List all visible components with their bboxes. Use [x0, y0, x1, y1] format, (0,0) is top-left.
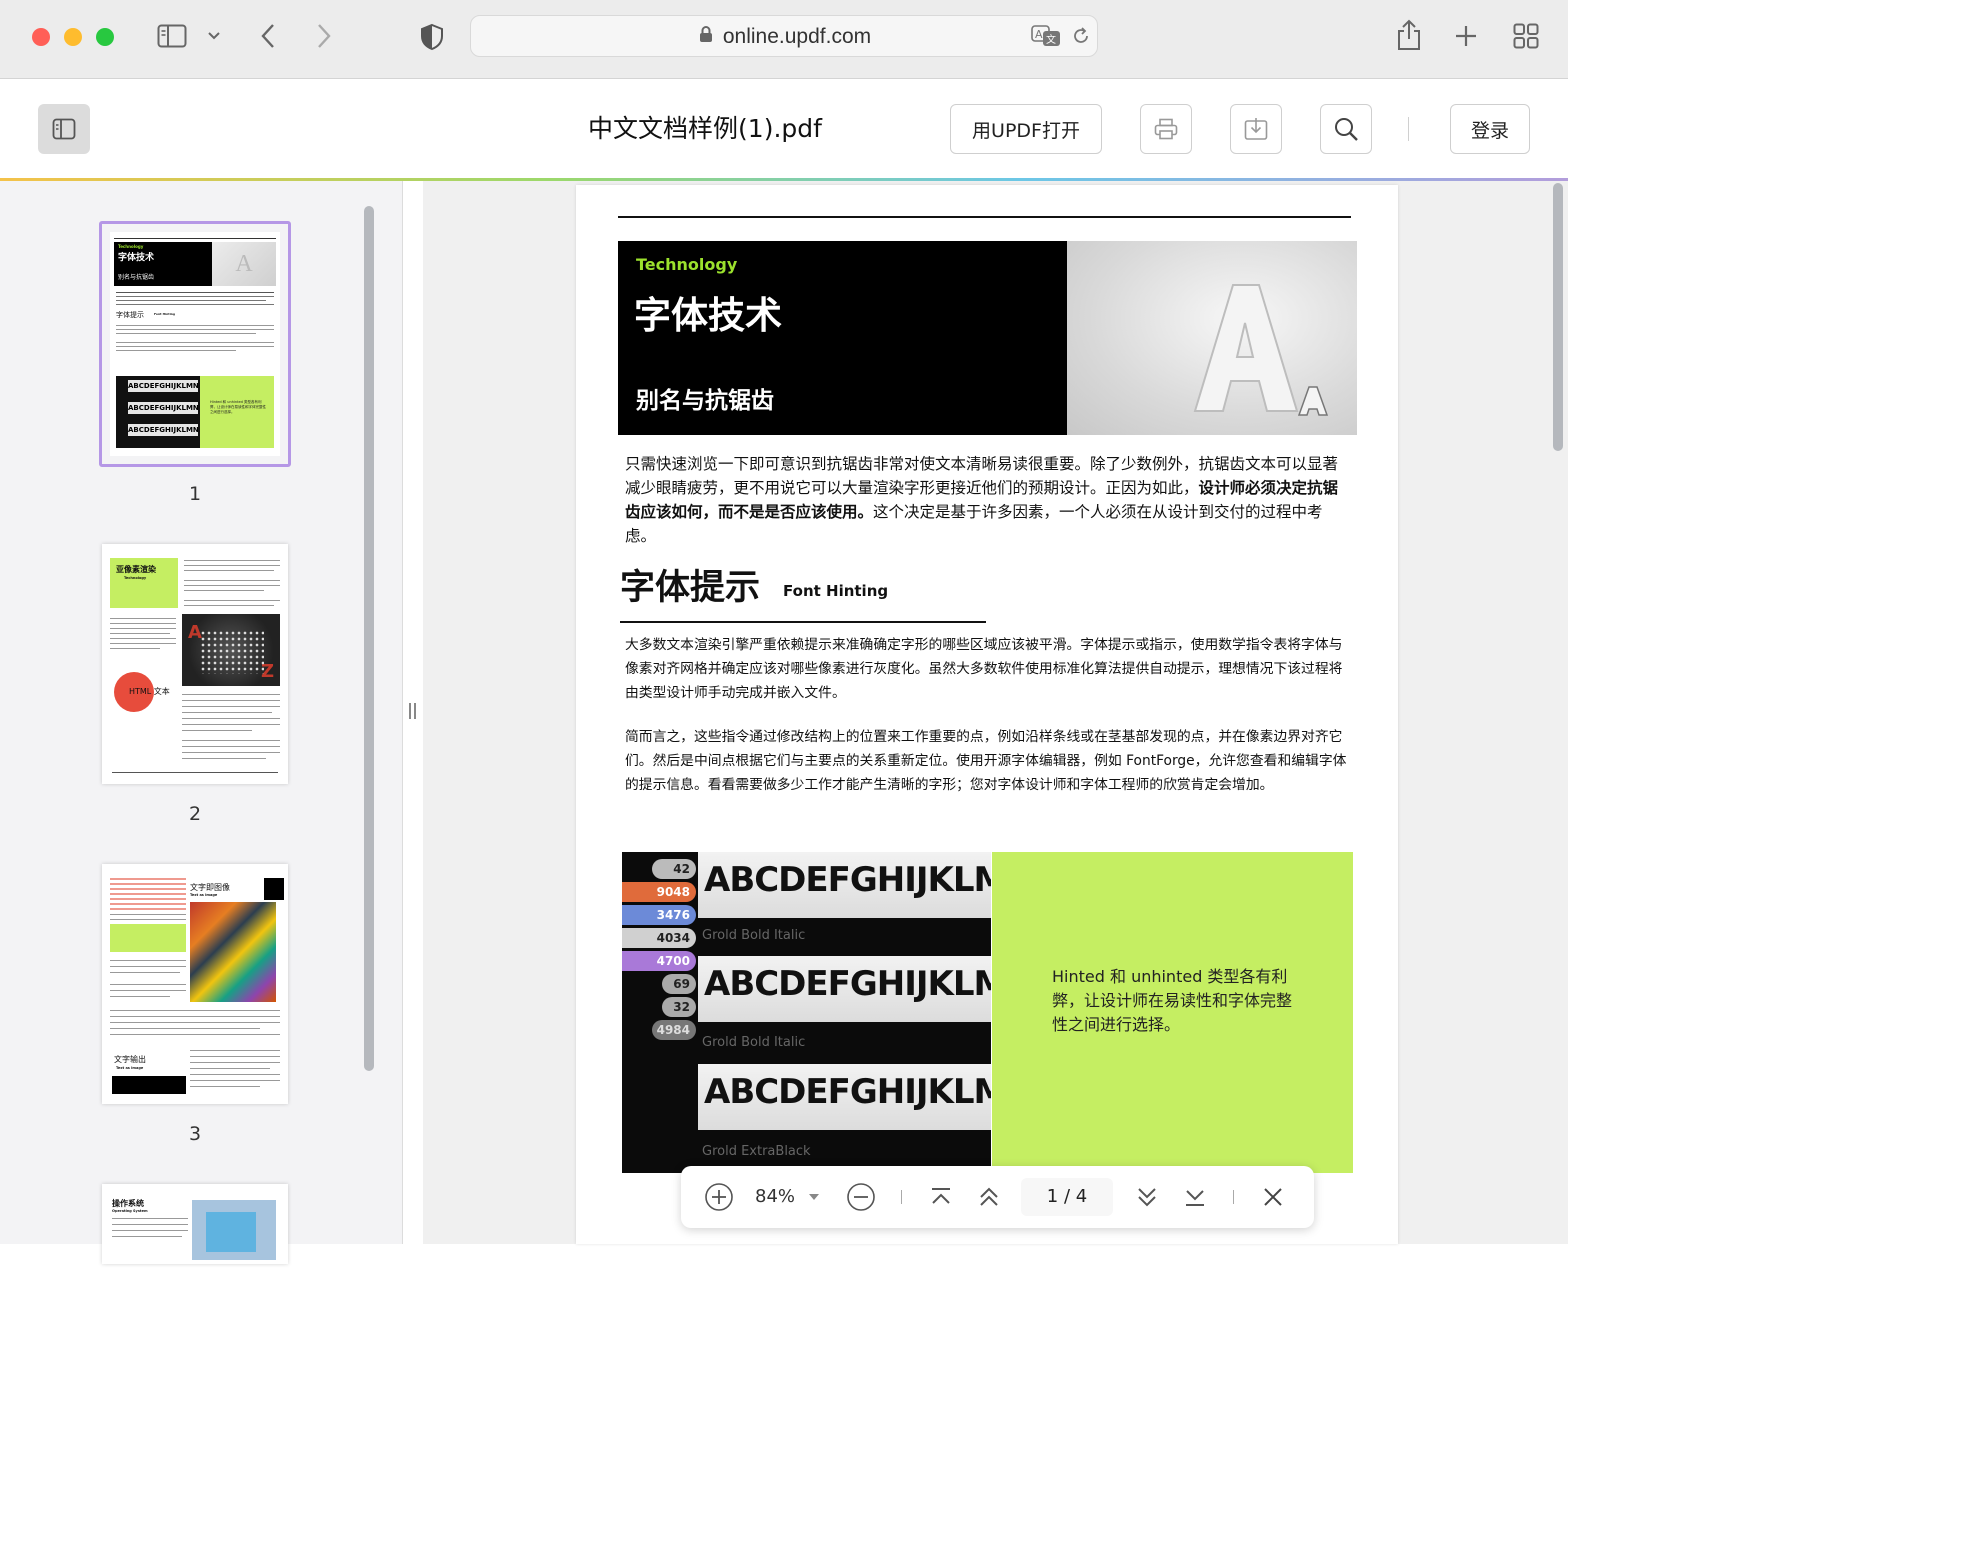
translate-icon[interactable]: A文 [1031, 25, 1061, 51]
last-page-icon [1186, 1190, 1204, 1206]
image-caption: Hinted 和 unhinted 类型各有利弊，让设计师在易读性和字体完整性之… [1052, 967, 1293, 1034]
zoom-in-button[interactable] [703, 1181, 735, 1213]
shield-icon[interactable] [418, 22, 446, 52]
hero-banner: Technology 字体技术 别名与抗锯齿 [618, 241, 1067, 435]
pdf-toolbar: 中文文档样例(1).pdf 用UPDF打开 登录 [0, 79, 1568, 178]
document-title: 中文文档样例(1).pdf [588, 114, 822, 143]
resize-handle-icon[interactable] [407, 703, 417, 723]
toolbar-divider [1408, 117, 1409, 141]
intro-paragraph: 只需快速浏览一下即可意识到抗锯齿非常对使文本清晰易读很重要。除了少数例外，抗锯齿… [625, 455, 1339, 545]
section-rule [620, 621, 986, 623]
login-button[interactable]: 登录 [1450, 104, 1530, 154]
caption-box: Hinted 和 unhinted 类型各有利弊，让设计师在易读性和字体完整性之… [992, 852, 1353, 1173]
browser-toolbar: online.updf.com A文 [0, 0, 1568, 79]
sidebar-border [402, 181, 403, 1244]
first-page-icon [932, 1188, 950, 1204]
next-page-button[interactable] [1133, 1183, 1161, 1211]
thumbnail-page-number: 3 [188, 1123, 202, 1145]
double-chevron-down-icon [1138, 1188, 1156, 1207]
double-chevron-up-icon [980, 1187, 998, 1206]
hero-title: 字体技术 [634, 294, 782, 337]
thumbnail-sidebar: Technology 字体技术 别名与抗锯齿 A 字体提示 Font Hinti… [0, 181, 403, 1264]
bar-divider [901, 1190, 902, 1204]
body-paragraph-2: 大多数文本渲染引擎严重依赖提示来准确确定字形的哪些区域应该被平滑。字体提示或指示… [625, 637, 1343, 701]
url-text: online.updf.com [722, 25, 872, 48]
thumbnail-panel-toggle-button[interactable] [38, 104, 90, 154]
open-in-updf-button[interactable]: 用UPDF打开 [950, 104, 1102, 154]
hero-letter-image [1067, 241, 1357, 435]
svg-text:A: A [1035, 28, 1043, 41]
section-heading: 字体提示 [620, 568, 761, 608]
chevron-down-icon[interactable] [204, 26, 224, 46]
search-button[interactable] [1320, 104, 1372, 154]
page-indicator[interactable]: 1 / 4 [1021, 1178, 1113, 1216]
address-bar[interactable]: online.updf.com A文 [470, 15, 1098, 57]
maximize-window-button[interactable] [96, 28, 114, 46]
page-navigation-bar: 84% 1 / 4 [681, 1166, 1314, 1228]
close-window-button[interactable] [32, 28, 50, 46]
thumbnail-page-4[interactable]: 操作系统 Operating System [102, 1184, 288, 1264]
panel-icon [52, 118, 76, 140]
tab-overview-icon[interactable] [1512, 22, 1540, 50]
minimize-window-button[interactable] [64, 28, 82, 46]
forward-icon[interactable] [312, 22, 336, 50]
svg-text:文: 文 [1046, 33, 1056, 46]
font-sample-image: 42 9048 3476 4034 4700 69 32 4984 ABCDEF… [622, 852, 991, 1173]
sidebar-scrollbar[interactable] [364, 206, 374, 1071]
top-rule [618, 216, 1351, 218]
current-page[interactable]: 1 [1047, 1186, 1058, 1207]
viewer-scrollbar[interactable] [1553, 183, 1563, 451]
new-tab-icon[interactable] [1452, 22, 1480, 50]
hero-subtitle: 别名与抗锯齿 [636, 388, 774, 414]
hero-kicker: Technology [636, 255, 738, 274]
download-icon [1244, 118, 1268, 140]
thumbnail-page-number: 2 [188, 803, 202, 825]
close-bar-button[interactable] [1259, 1183, 1287, 1211]
back-icon[interactable] [256, 22, 280, 50]
lock-icon [699, 25, 713, 49]
first-page-button[interactable] [927, 1183, 955, 1211]
bar-divider [1233, 1190, 1234, 1204]
share-icon[interactable] [1394, 18, 1424, 52]
previous-page-button[interactable] [975, 1183, 1003, 1211]
zoom-in-icon [705, 1183, 733, 1211]
thumbnail-page-2[interactable]: 亚像素渲染 Technology A Z HTML 文本 [102, 544, 288, 784]
print-button[interactable] [1140, 104, 1192, 154]
reload-icon[interactable] [1071, 26, 1091, 50]
zoom-out-button[interactable] [845, 1181, 877, 1213]
zoom-out-icon [847, 1183, 875, 1211]
section-heading-en: Font Hinting [783, 582, 889, 600]
thumbnail-page-1[interactable]: Technology 字体技术 别名与抗锯齿 A 字体提示 Font Hinti… [99, 221, 291, 467]
body-paragraph-3: 简而言之，这些指令通过修改结构上的位置来工作重要的点，例如沿样条线或在茎基部发现… [625, 729, 1347, 793]
download-button[interactable] [1230, 104, 1282, 154]
zoom-level[interactable]: 84% [755, 1184, 805, 1210]
sidebar-toggle-icon[interactable] [156, 22, 188, 50]
last-page-button[interactable] [1181, 1183, 1209, 1211]
total-pages: 4 [1075, 1186, 1088, 1207]
print-icon [1154, 118, 1178, 140]
zoom-dropdown-icon[interactable] [807, 1190, 821, 1204]
pdf-page: Technology 字体技术 别名与抗锯齿 只需快速浏览一下即可意识到抗锯齿非… [576, 185, 1398, 1244]
search-icon [1335, 118, 1358, 141]
close-icon [1264, 1188, 1282, 1206]
thumbnail-page-3[interactable]: 文字即图像 Text as Image 文字输出 Text as Image [102, 864, 288, 1104]
thumbnail-page-number: 1 [188, 483, 202, 505]
